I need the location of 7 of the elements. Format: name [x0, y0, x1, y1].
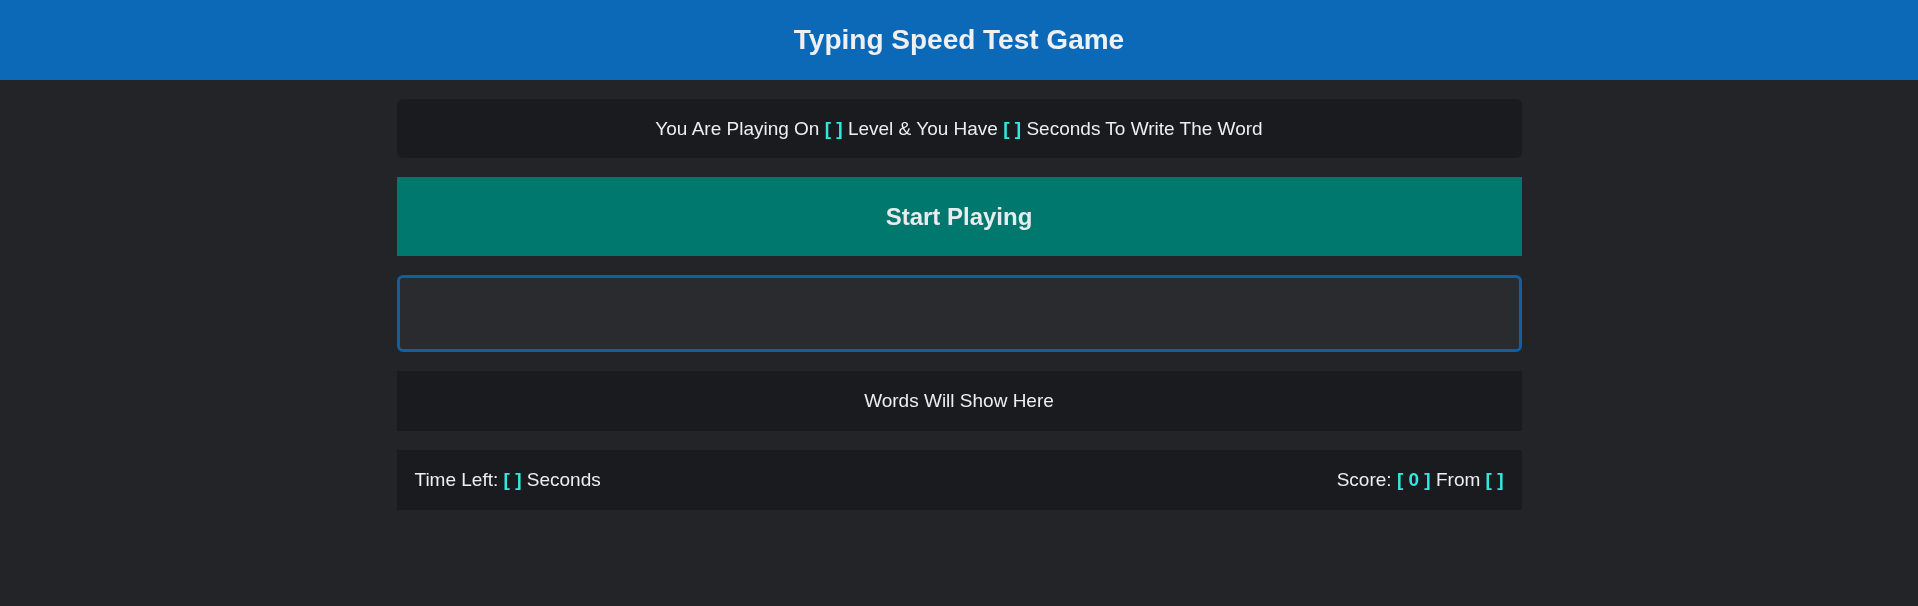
- score-text: Score: [ 0 ] From [ ]: [1336, 469, 1504, 491]
- words-display: Words Will Show Here: [396, 371, 1522, 431]
- start-button[interactable]: Start Playing: [396, 177, 1522, 256]
- input-field[interactable]: [396, 275, 1522, 352]
- time-left-text: Time Left: [ ] Seconds: [414, 469, 601, 491]
- level-message: You Are Playing On [ ] Level & You Have [ ] Seconds To Write The Word: [396, 99, 1522, 158]
- page-title: Typing Speed Test Game: [793, 24, 1125, 56]
